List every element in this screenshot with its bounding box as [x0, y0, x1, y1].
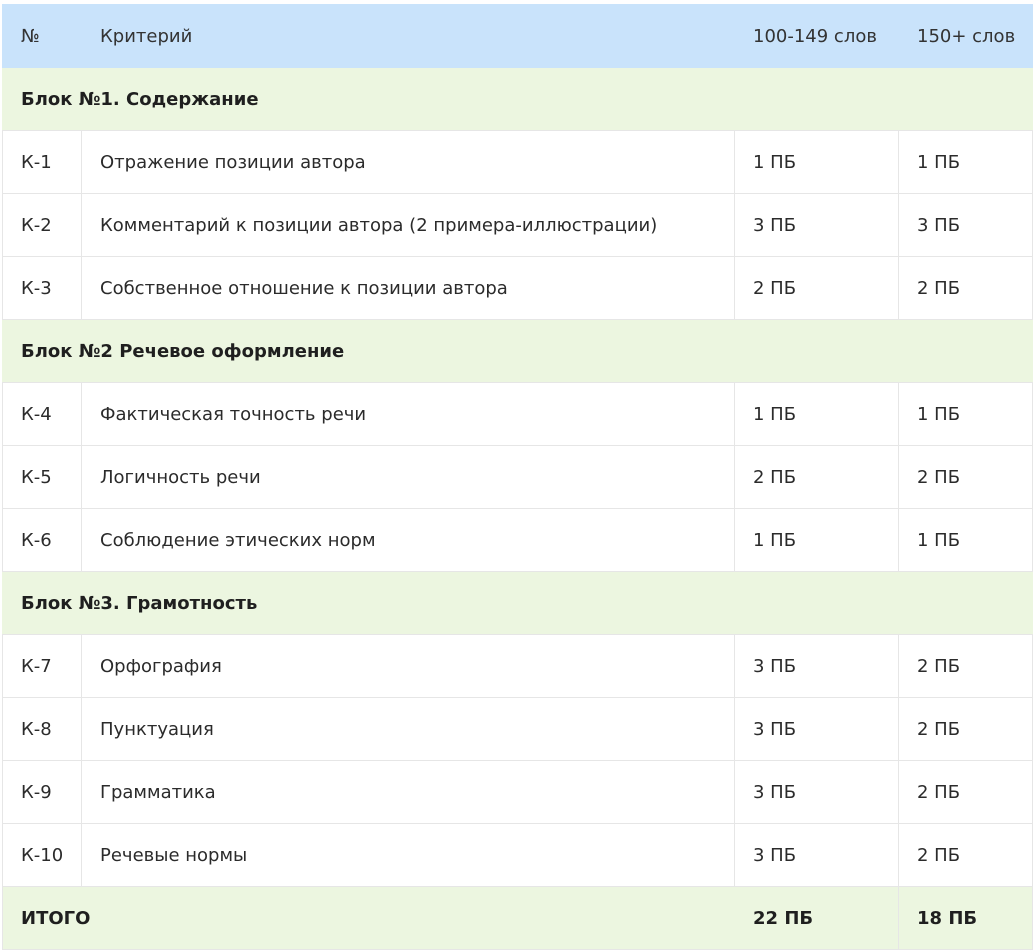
block-title: Блок №3. Грамотность	[2, 571, 1033, 635]
header-100-149: 100-149 слов	[734, 4, 899, 68]
score-100-149: 3 ПБ	[734, 760, 899, 824]
score-100-149: 2 ПБ	[734, 445, 899, 509]
score-100-149: 1 ПБ	[734, 382, 899, 446]
criterion-name: Комментарий к позиции автора (2 примера-…	[81, 193, 735, 257]
table-row: К-4 Фактическая точность речи 1 ПБ 1 ПБ	[2, 382, 1033, 446]
criterion-id: К-1	[2, 130, 82, 194]
criterion-id: К-9	[2, 760, 82, 824]
criterion-id: К-2	[2, 193, 82, 257]
table-row: К-3 Собственное отношение к позиции авто…	[2, 256, 1033, 320]
table-row: К-6 Соблюдение этических норм 1 ПБ 1 ПБ	[2, 508, 1033, 572]
total-150-plus: 18 ПБ	[898, 886, 1033, 950]
criteria-table: № Критерий 100-149 слов 150+ слов Блок №…	[2, 4, 1033, 950]
total-label: ИТОГО	[2, 886, 735, 950]
criterion-name: Соблюдение этических норм	[81, 508, 735, 572]
score-150-plus: 1 ПБ	[898, 382, 1033, 446]
header-number: №	[2, 4, 82, 68]
criterion-id: К-10	[2, 823, 82, 887]
criterion-id: К-5	[2, 445, 82, 509]
score-150-plus: 2 ПБ	[898, 256, 1033, 320]
criterion-name: Фактическая точность речи	[81, 382, 735, 446]
table-row: К-1 Отражение позиции автора 1 ПБ 1 ПБ	[2, 130, 1033, 194]
total-row: ИТОГО 22 ПБ 18 ПБ	[2, 886, 1033, 950]
criterion-name: Отражение позиции автора	[81, 130, 735, 194]
criterion-id: К-3	[2, 256, 82, 320]
score-100-149: 2 ПБ	[734, 256, 899, 320]
total-100-149: 22 ПБ	[734, 886, 899, 950]
criterion-name: Речевые нормы	[81, 823, 735, 887]
criterion-id: К-4	[2, 382, 82, 446]
score-150-plus: 2 ПБ	[898, 823, 1033, 887]
criterion-name: Грамматика	[81, 760, 735, 824]
block-title: Блок №2 Речевое оформление	[2, 319, 1033, 383]
header-criterion: Критерий	[81, 4, 735, 68]
score-100-149: 1 ПБ	[734, 130, 899, 194]
score-100-149: 3 ПБ	[734, 823, 899, 887]
criterion-name: Логичность речи	[81, 445, 735, 509]
score-150-plus: 1 ПБ	[898, 508, 1033, 572]
block-header-row: Блок №1. Содержание	[2, 67, 1033, 131]
criterion-name: Орфография	[81, 634, 735, 698]
table-row: К-9 Грамматика 3 ПБ 2 ПБ	[2, 760, 1033, 824]
table-row: К-7 Орфография 3 ПБ 2 ПБ	[2, 634, 1033, 698]
score-150-plus: 2 ПБ	[898, 697, 1033, 761]
block-header-row: Блок №2 Речевое оформление	[2, 319, 1033, 383]
table-header-row: № Критерий 100-149 слов 150+ слов	[2, 4, 1033, 68]
score-100-149: 3 ПБ	[734, 193, 899, 257]
block-header-row: Блок №3. Грамотность	[2, 571, 1033, 635]
score-100-149: 3 ПБ	[734, 634, 899, 698]
table-row: К-5 Логичность речи 2 ПБ 2 ПБ	[2, 445, 1033, 509]
score-150-plus: 2 ПБ	[898, 760, 1033, 824]
criterion-name: Пунктуация	[81, 697, 735, 761]
score-150-plus: 2 ПБ	[898, 445, 1033, 509]
table-row: К-10 Речевые нормы 3 ПБ 2 ПБ	[2, 823, 1033, 887]
score-100-149: 3 ПБ	[734, 697, 899, 761]
score-150-plus: 3 ПБ	[898, 193, 1033, 257]
criterion-name: Собственное отношение к позиции автора	[81, 256, 735, 320]
score-100-149: 1 ПБ	[734, 508, 899, 572]
criterion-id: К-7	[2, 634, 82, 698]
score-150-plus: 2 ПБ	[898, 634, 1033, 698]
block-title: Блок №1. Содержание	[2, 67, 1033, 131]
criterion-id: К-8	[2, 697, 82, 761]
table-row: К-8 Пунктуация 3 ПБ 2 ПБ	[2, 697, 1033, 761]
table-row: К-2 Комментарий к позиции автора (2 прим…	[2, 193, 1033, 257]
score-150-plus: 1 ПБ	[898, 130, 1033, 194]
criterion-id: К-6	[2, 508, 82, 572]
header-150-plus: 150+ слов	[898, 4, 1033, 68]
